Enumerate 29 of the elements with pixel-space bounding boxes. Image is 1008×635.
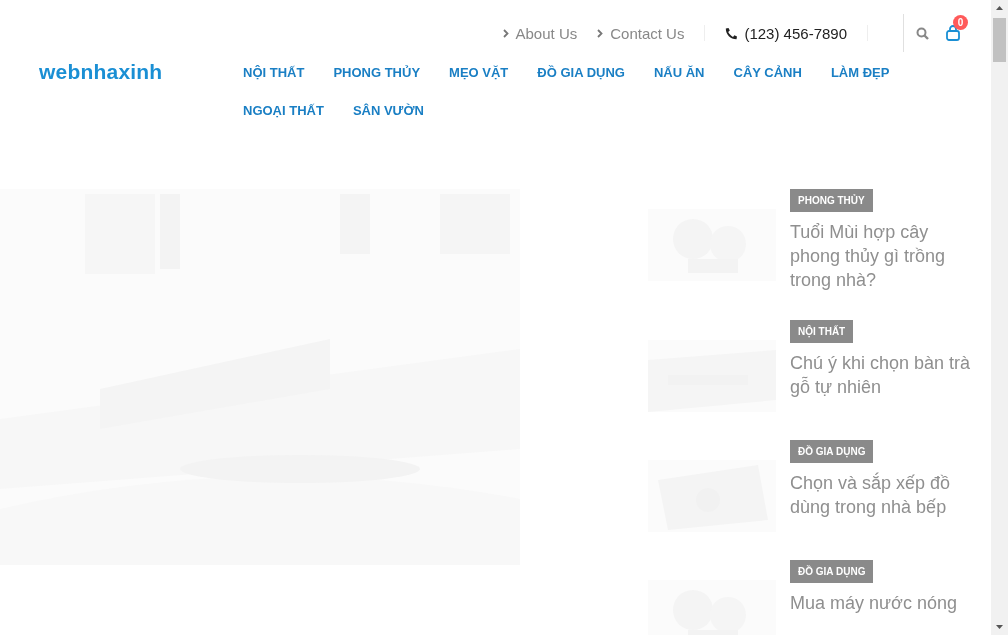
category-tag[interactable]: NỘI THẤT [790,320,854,343]
chevron-icon [502,28,509,38]
scrollbar-track[interactable] [991,0,1008,635]
post-title[interactable]: Chú ý khi chọn bàn trà gỗ tự nhiên [790,351,980,399]
nav-link[interactable]: LÀM ĐẸP [830,55,919,93]
post-title[interactable]: Mua máy nước nóng [790,591,957,615]
phone-number: (123) 456-7890 [744,24,847,42]
nav-link[interactable]: ĐỒ GIA DỤNG [537,55,654,93]
nav-link[interactable]: MẸO VẶT [449,55,538,93]
category-tag[interactable]: ĐỒ GIA DỤNG [790,560,874,583]
nav-link[interactable]: PHONG THỦY [333,55,450,93]
category-tag[interactable]: PHONG THỦY [790,189,873,212]
search-icon[interactable] [916,26,929,40]
category-tag[interactable]: ĐỒ GIA DỤNG [790,440,874,463]
chevron-icon [597,28,604,38]
site-logo[interactable]: webnhaxinh [39,60,243,84]
post-title[interactable]: Tuổi Mùi hợp cây phong thủy gì trồng trong nhà? [790,220,980,292]
top-link[interactable]: Contact Us [597,24,685,42]
nav-link[interactable]: NẤU ĂN [653,55,734,93]
scrollbar-thumb[interactable] [993,18,1006,62]
post-title[interactable]: Chọn và sắp xếp đồ dùng trong nhà bếp [790,471,980,519]
top-link[interactable]: About Us [502,24,578,42]
shopping-bag-icon[interactable] [945,25,961,41]
phone-icon [725,26,739,40]
nav-link[interactable]: NGOẠI THẤT [243,93,353,131]
nav-link[interactable]: SÂN VƯỜN [352,93,453,131]
cart-count: 0 [953,15,968,30]
nav-link[interactable]: CÂY CẢNH [733,55,831,93]
nav-link[interactable]: NỘI THẤT [243,55,334,93]
